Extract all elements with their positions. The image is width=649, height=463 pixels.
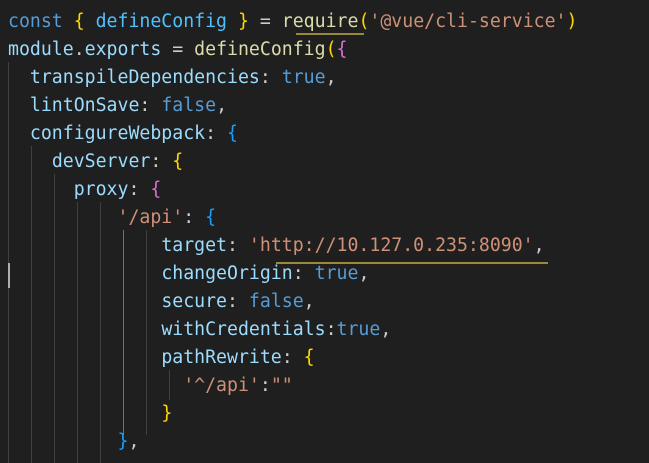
code-line[interactable]: transpileDependencies: true, (8, 64, 337, 92)
code-token: : (259, 375, 271, 396)
code-token: : (150, 151, 173, 172)
code-token: { (227, 123, 238, 144)
code-token: = (161, 39, 195, 60)
code-line[interactable]: const { defineConfig } = require('@vue/c… (8, 8, 577, 36)
code-token: secure (161, 291, 228, 312)
code-line[interactable]: lintOnSave: false, (8, 92, 227, 120)
code-line[interactable]: module.exports = defineConfig({ (8, 36, 347, 64)
code-editor[interactable]: const { defineConfig } = require('@vue/c… (0, 0, 649, 463)
code-token: : (325, 319, 337, 340)
code-token: ) (566, 11, 578, 32)
code-token: defineConfig (194, 39, 326, 60)
code-token: transpileDependencies (29, 67, 260, 88)
code-token: proxy (73, 179, 129, 200)
code-line[interactable]: proxy: { (8, 176, 162, 204)
code-token: . (73, 39, 85, 60)
code-token: devServer (51, 151, 151, 172)
code-token: { (172, 151, 184, 172)
code-token: , (216, 95, 228, 116)
code-token: : (227, 235, 249, 256)
code-token: } (161, 403, 173, 424)
code-token: = (248, 11, 282, 32)
code-line[interactable]: configureWebpack: { (8, 120, 238, 148)
code-token: : (281, 347, 304, 368)
code-token: , (325, 67, 337, 88)
code-token: '@vue/cli-service' (369, 11, 567, 32)
code-line[interactable]: withCredentials:true, (8, 316, 391, 344)
warning-squiggle (296, 33, 364, 35)
code-line[interactable]: devServer: { (8, 148, 183, 176)
code-token: "" (270, 375, 293, 396)
code-token: { (205, 207, 217, 228)
code-token: , (380, 319, 392, 340)
code-token: , (303, 291, 315, 312)
code-line[interactable]: '/api': { (8, 204, 217, 232)
code-token: target (161, 235, 228, 256)
code-token: '^/api' (183, 375, 260, 396)
code-token: , (128, 431, 140, 452)
text-cursor (8, 263, 10, 288)
code-token: : (292, 263, 315, 284)
code-token: : (128, 179, 151, 200)
code-token: true (314, 263, 359, 284)
code-token: { (150, 179, 162, 200)
code-line[interactable]: target: 'http://10.127.0.235:8090', (8, 232, 545, 260)
code-token: } (117, 431, 129, 452)
code-token: require (281, 11, 359, 32)
code-token: '/api' (117, 207, 184, 228)
code-token: { (303, 347, 315, 368)
code-token: false (248, 291, 304, 312)
code-token: configureWebpack (29, 123, 206, 144)
code-line[interactable]: } (8, 400, 172, 428)
code-line[interactable]: changeOrigin: true, (8, 260, 369, 288)
code-token: defineConfig (95, 11, 228, 32)
code-token: pathRewrite (161, 347, 282, 368)
warning-squiggle (276, 262, 548, 264)
code-token: module (8, 39, 74, 60)
code-token: { (73, 11, 85, 32)
code-token: withCredentials (161, 319, 326, 340)
code-line[interactable]: '^/api':"" (8, 372, 293, 400)
code-token: : (205, 123, 228, 144)
code-line[interactable]: }, (8, 428, 140, 456)
code-token: ( (358, 11, 370, 32)
code-token: : (227, 291, 249, 312)
code-token: , (358, 263, 370, 284)
code-line[interactable]: secure: false, (8, 288, 315, 316)
code-token: : (259, 67, 282, 88)
code-line[interactable]: pathRewrite: { (8, 344, 315, 372)
code-token: false (161, 95, 217, 116)
code-token: { (336, 39, 348, 60)
code-token: : (183, 207, 206, 228)
code-token: exports (84, 39, 162, 60)
code-token: lintOnSave (29, 95, 140, 116)
code-token: 'http://10.127.0.235:8090' (248, 235, 534, 256)
code-token: , (533, 235, 545, 256)
code-token: ( (325, 39, 337, 60)
code-token: true (336, 319, 381, 340)
code-token: const (8, 11, 63, 32)
code-token: changeOrigin (161, 263, 293, 284)
code-token: true (281, 67, 326, 88)
code-token: : (139, 95, 162, 116)
code-token: } (237, 11, 249, 32)
